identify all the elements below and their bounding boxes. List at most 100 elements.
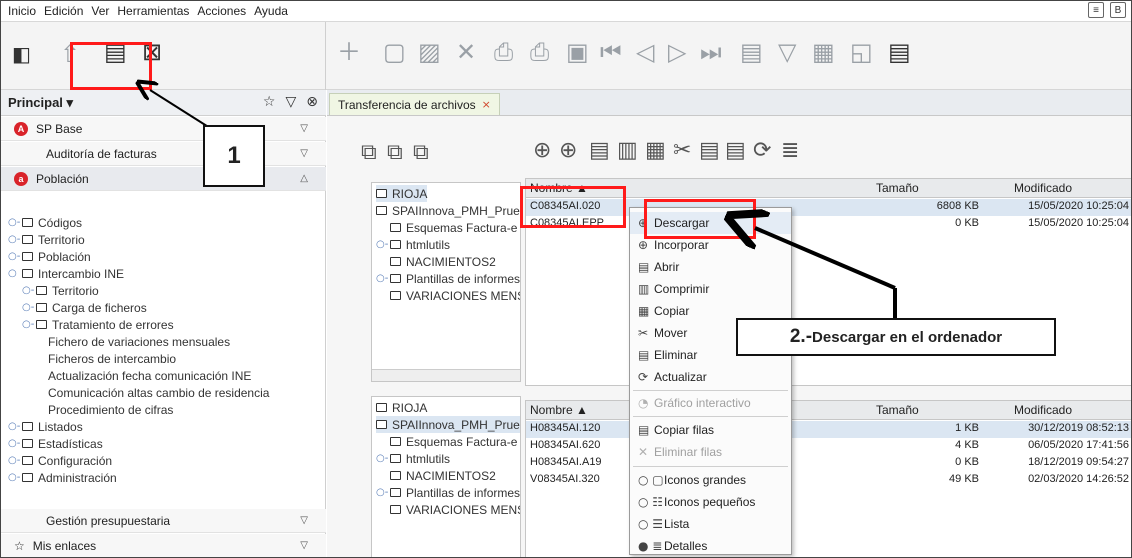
section-auditoria[interactable]: Auditoría de facturas ▽ [0, 142, 326, 166]
annotation-highlight-file [520, 186, 626, 228]
menu-item-lista[interactable]: ○ ☰ Lista [630, 513, 791, 535]
collapse-panel-icon[interactable]: ◧ [12, 44, 31, 64]
folder-variaciones[interactable]: VARIACIONES MENSU [390, 501, 520, 518]
move-file-icon[interactable]: ✂ [673, 138, 691, 163]
column-modified[interactable]: Modificado [1014, 181, 1072, 195]
tree-item-codigos[interactable]: ○- Códigos [8, 214, 82, 231]
notes-edit-icon[interactable]: ▤ [888, 40, 911, 64]
folder-htmlutils[interactable]: ○- htmlutils [376, 450, 450, 467]
copy-file-icon[interactable]: ▦ [645, 138, 666, 163]
tree-item-intercambio-ine[interactable]: ○ Intercambio INE [8, 265, 124, 282]
tree-item-carga-ficheros[interactable]: ○- Carga de ficheros [22, 299, 147, 316]
form-icon[interactable]: ▤ [740, 40, 763, 64]
notes-icon[interactable]: ≡ [1088, 2, 1104, 18]
menu-item-copiar-filas[interactable]: ▤ Copiar filas [630, 419, 791, 441]
filter-icon[interactable]: ▽ [285, 94, 296, 110]
folder-htmlutils[interactable]: ○- htmlutils [376, 236, 450, 253]
tree-item-tratamiento-errores[interactable]: ○- Tratamiento de errores [22, 316, 174, 333]
compress-file-icon[interactable]: ▥ [617, 138, 638, 163]
table-row[interactable]: H08345AI.620 4 KB 06/05/2020 17:41:56 [526, 438, 1131, 455]
folder-rioja[interactable]: RIOJA [376, 185, 428, 202]
tree-item-administracion[interactable]: ○- Administración [8, 469, 117, 486]
save-icon[interactable]: ▢ [383, 40, 406, 64]
folder-nacimientos[interactable]: NACIMIENTOS2 [390, 253, 496, 270]
tree-item-comunicacion-altas[interactable]: Comunicación altas cambio de residencia [48, 384, 269, 401]
refresh-icon[interactable]: ⟳ [753, 138, 771, 163]
print-preview-icon[interactable]: ⎙ [530, 40, 549, 64]
new-folder-icon[interactable]: ⧉ [361, 140, 377, 165]
menu-ver[interactable]: Ver [91, 4, 109, 18]
menu-item-abrir[interactable]: ▤ Abrir [630, 256, 791, 278]
edit-icon[interactable]: ▨ [418, 40, 441, 64]
column-size[interactable]: Tamaño [876, 403, 919, 417]
folder-nacimientos[interactable]: NACIMIENTOS2 [390, 467, 496, 484]
section-gestion-presupuestaria[interactable]: Gestión presupuestaria ▽ [0, 509, 326, 533]
folder-esquemas[interactable]: Esquemas Factura-e [390, 219, 517, 236]
last-record-icon[interactable]: ⏭ [700, 40, 722, 64]
close-circle-icon[interactable]: ⊗ [306, 94, 318, 110]
table-row[interactable]: V08345AI.320 49 KB 02/03/2020 14:26:52 [526, 472, 1131, 489]
delete-file-icon[interactable]: ▤ [699, 138, 720, 163]
principal-header[interactable]: Principal ▾ ☆ ▽ ⊗ [0, 90, 326, 116]
tree-item-ficheros-intercambio[interactable]: Ficheros de intercambio [48, 350, 176, 367]
tree-item-procedimiento-cifras[interactable]: Procedimiento de cifras [48, 401, 173, 418]
file-settings-icon[interactable]: ▤ [725, 138, 746, 163]
folder-spainnova[interactable]: SPAIInnova_PMH_Prueba [376, 416, 520, 433]
clipboard-icon[interactable]: ▦ [812, 40, 835, 64]
folder-spainnova[interactable]: SPAIInnova_PMH_Prueba [376, 202, 520, 219]
download-globe-icon[interactable]: ⊕ [533, 138, 551, 163]
tree-item-estadisticas[interactable]: ○- Estadísticas [8, 435, 103, 452]
section-poblacion[interactable]: a Población △ [0, 167, 326, 191]
section-mis-enlaces[interactable]: ☆ Mis enlaces ▽ [0, 534, 326, 558]
menu-acciones[interactable]: Acciones [197, 4, 246, 18]
open-file-icon[interactable]: ▤ [589, 138, 610, 163]
menu-item-comprimir[interactable]: ▥ Comprimir [630, 278, 791, 300]
menu-edicion[interactable]: Edición [44, 4, 83, 18]
export-icon[interactable]: ◱ [850, 40, 873, 64]
folder-plantillas[interactable]: ○- Plantillas de informes [376, 484, 520, 501]
menu-ayuda[interactable]: Ayuda [254, 4, 288, 18]
page-icon[interactable]: ▣ [566, 40, 589, 64]
next-record-icon[interactable]: ▷ [668, 40, 686, 64]
first-record-icon[interactable]: ⏮ [600, 40, 622, 64]
details-view-icon[interactable]: ≣ [781, 138, 799, 163]
folder-rioja[interactable]: RIOJA [376, 399, 427, 416]
folder-settings-icon[interactable]: ⧉ [413, 140, 429, 165]
close-icon[interactable]: × [482, 98, 491, 111]
column-name[interactable]: Nombre ▲ [530, 403, 588, 417]
menu-item-iconos-pequenos[interactable]: ○ ☷ Iconos pequeños [630, 491, 791, 513]
folder-esquemas[interactable]: Esquemas Factura-e [390, 433, 517, 450]
add-icon[interactable]: ＋ [337, 40, 361, 64]
print-icon[interactable]: ⎙ [494, 40, 513, 64]
star-icon[interactable]: ☆ [263, 94, 276, 110]
menu-item-iconos-grandes[interactable]: ○ ▢ Iconos grandes [630, 469, 791, 491]
delete-folder-icon[interactable]: ⧉ [387, 140, 403, 165]
menu-item-grafico-interactivo[interactable]: ◔ Gráfico interactivo [630, 392, 791, 414]
tree-item-territorio-sub[interactable]: ○- Territorio [22, 282, 99, 299]
tree-item-actualizacion-fecha[interactable]: Actualización fecha comunicación INE [48, 367, 251, 384]
delete-icon[interactable]: ✕ [456, 40, 476, 64]
column-size[interactable]: Tamaño [876, 181, 919, 195]
horizontal-scrollbar[interactable] [372, 369, 520, 381]
tree-item-poblacion[interactable]: ○- Población [8, 248, 91, 265]
menu-inicio[interactable]: Inicio [8, 4, 36, 18]
menu-item-actualizar[interactable]: ⟳ Actualizar [630, 366, 791, 388]
previous-record-icon[interactable]: ◁ [636, 40, 654, 64]
tree-item-listados[interactable]: ○- Listados [8, 418, 83, 435]
menu-item-eliminar-filas[interactable]: ✕ Eliminar filas [630, 441, 791, 463]
tree-item-territorio[interactable]: ○- Territorio [8, 231, 85, 248]
section-sp-base[interactable]: A SP Base ▽ [0, 117, 326, 141]
filter-icon[interactable]: ▽ [778, 40, 796, 64]
upload-globe-icon[interactable]: ⊕ [559, 138, 577, 163]
table-row[interactable]: H08345AI.A19 0 KB 18/12/2019 09:54:27 [526, 455, 1131, 472]
tab-transferencia-archivos[interactable]: Transferencia de archivos × [329, 93, 500, 115]
menu-herramientas[interactable]: Herramientas [117, 4, 189, 18]
column-modified[interactable]: Modificado [1014, 403, 1072, 417]
table-row[interactable]: H08345AI.120 1 KB 30/12/2019 08:52:13 [526, 421, 1131, 438]
menu-item-detalles[interactable]: ● ≣ Detalles [630, 535, 791, 557]
folder-variaciones[interactable]: VARIACIONES MENSU [390, 287, 520, 304]
user-button[interactable]: B [1110, 2, 1126, 18]
folder-plantillas[interactable]: ○- Plantillas de informes [376, 270, 520, 287]
tree-item-fichero-variaciones[interactable]: Fichero de variaciones mensuales [48, 333, 230, 350]
tree-item-configuracion[interactable]: ○- Configuración [8, 452, 112, 469]
